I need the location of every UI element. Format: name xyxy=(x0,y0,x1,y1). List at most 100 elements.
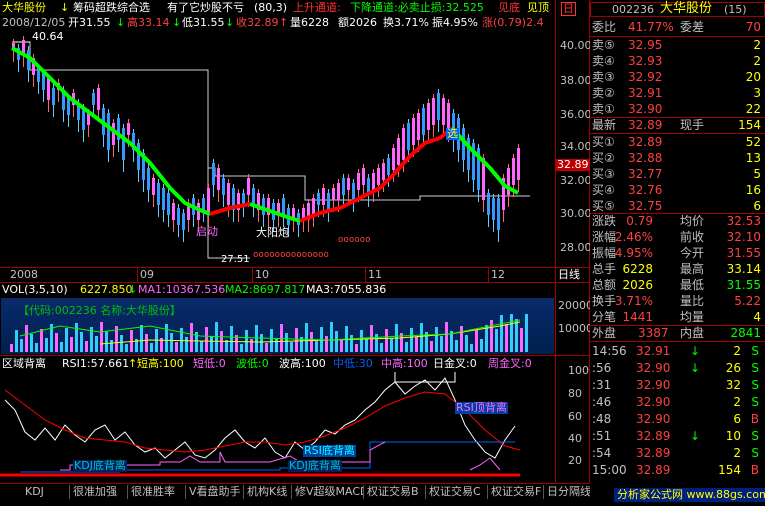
tick-side: S xyxy=(751,361,759,375)
candle-body xyxy=(362,168,365,185)
quote-code: 002236 xyxy=(612,3,654,16)
month-sep xyxy=(137,267,138,282)
vol-ma1: MA1:10367.536 xyxy=(138,283,226,296)
kdj-label-1: KDJ底背离 xyxy=(73,459,127,472)
tick-volume: 2 xyxy=(733,344,741,358)
qidong-label: 启动 xyxy=(196,225,218,238)
circle-markers-row-2: oooooo xyxy=(338,235,371,245)
tab-rfgx[interactable]: 日分隔线 xyxy=(544,485,594,499)
quote-num: (15) xyxy=(724,3,747,16)
volume-bar xyxy=(330,322,333,352)
candle-body xyxy=(92,93,95,105)
stat-label: 总手 xyxy=(592,262,617,276)
volume-bar xyxy=(40,329,43,352)
tick-row: 14:56 32.91 ↓ 2 S xyxy=(590,343,765,359)
volume-bar xyxy=(60,342,63,352)
stat-value-2: 32.10 xyxy=(726,230,761,244)
volume-bar xyxy=(525,314,528,352)
stat-label: 涨跌 xyxy=(592,214,617,228)
tick-side: B xyxy=(750,463,759,477)
tick-time: :46 xyxy=(592,395,612,409)
volume-bar xyxy=(305,323,308,352)
sell-volume: 3 xyxy=(753,86,761,100)
candle-body xyxy=(67,98,70,115)
period-flag[interactable]: 日 xyxy=(561,2,576,16)
volume-bar xyxy=(205,327,208,352)
volume-bar xyxy=(470,344,473,352)
sell-row: 卖① 32.90 22 xyxy=(590,101,765,117)
buy-row: 买⑤ 32.75 6 xyxy=(590,198,765,214)
volume-bar xyxy=(245,330,248,352)
volume-bar xyxy=(385,329,388,352)
vol-dir: ↓ xyxy=(128,283,138,296)
stat-label-2: 均量 xyxy=(680,310,705,324)
tick-time: 14:56 xyxy=(592,344,627,358)
quote-name: 大华股份 xyxy=(660,1,713,16)
status-strip xyxy=(0,499,615,506)
rsi-tick: 40 xyxy=(568,432,582,445)
indicator-name[interactable]: 筹码超跌综合选 xyxy=(73,2,150,14)
volume-bar xyxy=(185,337,188,352)
tab-hzsl[interactable]: 很准胜率 xyxy=(128,485,186,499)
tab-vkp[interactable]: V看盘助手 xyxy=(186,485,244,499)
candle-body xyxy=(387,158,390,175)
candle-body xyxy=(492,198,495,220)
stat-label: 总额 xyxy=(592,278,617,292)
volume-bar xyxy=(75,323,78,352)
buy-price: 32.88 xyxy=(628,151,663,165)
stat-value-2: 31.55 xyxy=(726,246,761,260)
rsi-dd: 短低:0 xyxy=(193,357,226,370)
tab-qzf[interactable]: 权证交易F xyxy=(488,485,544,499)
volume-bar xyxy=(310,332,313,352)
tick-dir: ↓ xyxy=(690,344,701,358)
kdj-label-2: KDJ底背离 xyxy=(288,459,342,472)
current-price-tag: 32.89 xyxy=(556,158,590,171)
volume-bar xyxy=(65,328,68,352)
volume-bar xyxy=(285,333,288,352)
tab-kdj[interactable]: KDJ xyxy=(22,485,70,499)
candle-body xyxy=(427,103,430,130)
see-top: 见顶 xyxy=(527,1,549,14)
volume-bar xyxy=(100,322,103,352)
sell-row: 卖③ 32.92 20 xyxy=(590,69,765,85)
tick-price: 32.90 xyxy=(636,378,671,392)
dapao-label: 大阳炮 xyxy=(256,226,289,239)
tick-time: 15:00 xyxy=(592,463,627,477)
volume-bar xyxy=(495,329,498,352)
rsi-zj: 周金叉:0 xyxy=(488,357,532,370)
period-label[interactable]: 日线 xyxy=(558,269,580,281)
up-channel: 上升通道: xyxy=(293,1,341,14)
volume-bar xyxy=(240,344,243,352)
tab-jgkx[interactable]: 机构K线 xyxy=(244,485,292,499)
volume-bar xyxy=(280,324,283,352)
tab-hzjq[interactable]: 很准加强 xyxy=(70,485,128,499)
stat-value-2: 5.22 xyxy=(734,294,761,308)
candle-body xyxy=(507,168,510,195)
buy-volume: 16 xyxy=(745,183,761,197)
candle-body xyxy=(487,193,490,215)
candle-body xyxy=(182,213,185,230)
rsi-value: RSI1:57.661 xyxy=(62,357,130,370)
xuan-label: 选 xyxy=(446,127,459,140)
volume-bar xyxy=(70,337,73,352)
magenta-line-2 xyxy=(469,457,501,471)
price-tick: 36.00 xyxy=(560,108,592,121)
volume-bar xyxy=(165,324,168,352)
volume-bar xyxy=(505,324,508,352)
volume-bar xyxy=(170,333,173,352)
tab-qzb[interactable]: 权证交易B xyxy=(364,485,426,499)
tab-macd[interactable]: 修V超级MACD xyxy=(292,485,364,499)
sell-row: 卖② 32.91 3 xyxy=(590,85,765,101)
month-sep xyxy=(488,267,489,282)
stat-label-2: 均价 xyxy=(680,214,705,228)
candle-body xyxy=(52,88,55,105)
stat-value: 1441 xyxy=(622,310,653,324)
buy-price: 32.77 xyxy=(628,167,663,181)
stat-value: 6228 xyxy=(622,262,653,276)
volume-bar xyxy=(410,328,413,352)
tab-qzc[interactable]: 权证交易C xyxy=(426,485,488,499)
volume-bar xyxy=(440,336,443,352)
candle-body xyxy=(497,198,500,230)
volume-bars xyxy=(10,314,528,352)
weibi-label: 委比 xyxy=(592,20,617,34)
